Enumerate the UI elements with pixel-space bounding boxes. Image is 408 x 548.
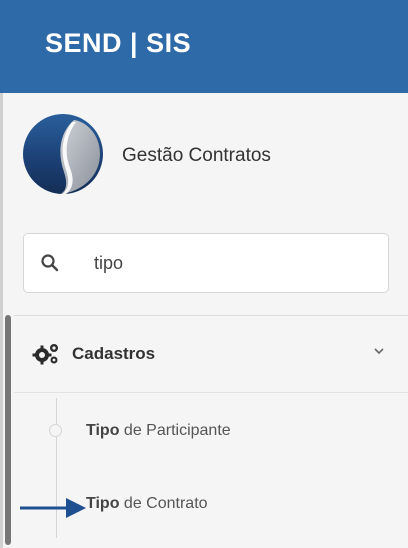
menu-item-tipo-de-participante[interactable]: Tipo de Participante: [86, 422, 231, 440]
menu-section-label: Cadastros: [72, 344, 156, 363]
chevron-down-icon[interactable]: [372, 344, 386, 358]
user-profile: Gestão Contratos: [22, 112, 402, 198]
menu-item-label: de Contrato: [119, 495, 208, 512]
menu-divider: [14, 392, 408, 393]
search-input[interactable]: [94, 250, 374, 276]
top-bar: SEND | SIS: [0, 0, 408, 93]
menu-item-label: de Participante: [119, 422, 231, 439]
app-brand[interactable]: SEND | SIS: [45, 28, 191, 59]
search-box[interactable]: [23, 233, 389, 293]
arrow-right-icon: [20, 498, 86, 518]
search-match-highlight: Tipo: [86, 495, 120, 512]
tree-node-marker: [49, 424, 62, 437]
profile-name: Gestão Contratos: [122, 145, 271, 166]
search-icon[interactable]: [40, 253, 60, 273]
sidebar-edge: [0, 93, 3, 548]
company-logo-icon: [23, 114, 103, 194]
menu-section-cadastros[interactable]: Cadastros: [14, 322, 408, 388]
gears-icon: [32, 344, 58, 365]
menu-divider-top: [14, 315, 408, 316]
menu-item-tipo-de-contrato[interactable]: Tipo de Contrato: [86, 495, 208, 513]
search-match-highlight: Tipo: [86, 422, 120, 439]
sidebar-scrollbar[interactable]: [5, 315, 11, 545]
